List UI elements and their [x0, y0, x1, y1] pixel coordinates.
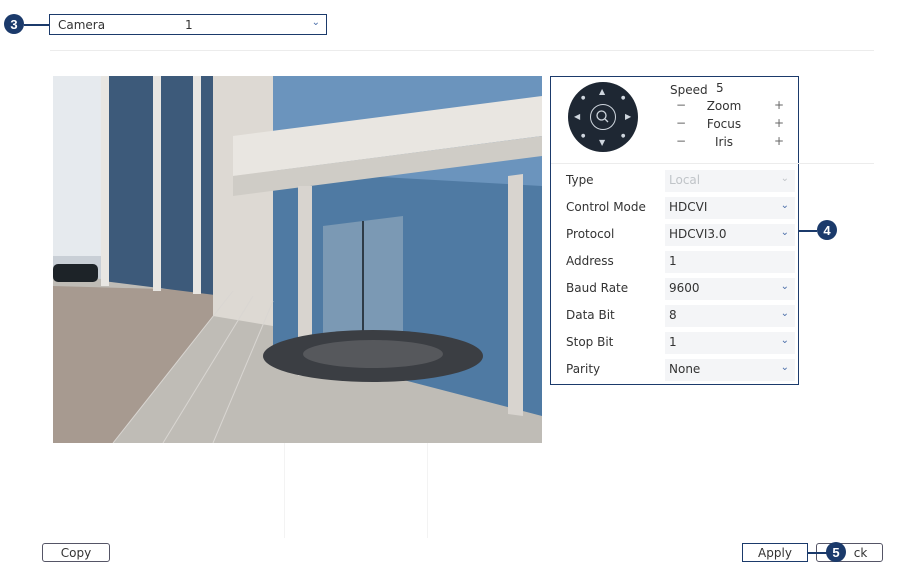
camera-preview [53, 76, 542, 443]
chevron-down-icon: ⌄ [780, 227, 789, 238]
baud-rate-value: 9600 [669, 281, 700, 295]
divider [50, 50, 874, 51]
address-row: Address 1 [566, 251, 798, 273]
parity-value: None [669, 362, 701, 376]
copy-button[interactable]: Copy [42, 543, 110, 562]
arrow-left-icon[interactable]: ◀ [574, 112, 580, 121]
protocol-select[interactable]: HDCVI3.0 ⌄ [665, 224, 795, 246]
baud-rate-row: Baud Rate 9600 ⌄ [566, 278, 798, 300]
address-label: Address [566, 254, 614, 268]
chevron-down-icon: ⌄ [780, 200, 789, 211]
parity-select[interactable]: None ⌄ [665, 359, 795, 381]
stop-bit-row: Stop Bit 1 ⌄ [566, 332, 798, 354]
stop-bit-select[interactable]: 1 ⌄ [665, 332, 795, 354]
protocol-row: Protocol HDCVI3.0 ⌄ [566, 224, 798, 246]
arrow-up-right-icon[interactable]: ● [621, 95, 625, 101]
zoom-plus-button[interactable]: + [774, 98, 784, 112]
protocol-value: HDCVI3.0 [669, 227, 727, 241]
control-mode-label: Control Mode [566, 200, 646, 214]
iris-plus-button[interactable]: + [774, 134, 784, 148]
arrow-up-left-icon[interactable]: ● [581, 95, 585, 101]
apply-button[interactable]: Apply [742, 543, 808, 562]
speed-value[interactable]: 5 [716, 81, 724, 95]
arrow-down-left-icon[interactable]: ● [581, 133, 585, 139]
focus-plus-button[interactable]: + [774, 116, 784, 130]
address-input[interactable]: 1 [665, 251, 795, 273]
ptz-settings-panel: ▲ ▼ ◀ ▶ ● ● ● ● Speed 5 − Zoom + − Focus… [550, 76, 874, 385]
data-bit-row: Data Bit 8 ⌄ [566, 305, 798, 327]
camera-select[interactable]: Camera 1 ⌄ [49, 14, 327, 35]
iris-control: − Iris + [664, 134, 784, 151]
focus-label: Focus [706, 117, 742, 131]
baud-rate-select[interactable]: 9600 ⌄ [665, 278, 795, 300]
data-bit-label: Data Bit [566, 308, 615, 322]
type-value: Local [669, 173, 701, 187]
parity-label: Parity [566, 362, 601, 376]
arrow-up-icon[interactable]: ▲ [599, 87, 605, 96]
focus-control: − Focus + [664, 116, 784, 133]
chevron-down-icon: ⌄ [780, 281, 789, 292]
address-value: 1 [669, 254, 677, 268]
channel-panels [53, 443, 542, 538]
parity-row: Parity None ⌄ [566, 359, 798, 381]
callout-3-leader [24, 24, 49, 26]
type-label: Type [566, 173, 594, 187]
data-bit-value: 8 [669, 308, 677, 322]
callout-4-badge: 4 [817, 220, 837, 240]
baud-rate-label: Baud Rate [566, 281, 629, 295]
divider [551, 163, 874, 164]
data-bit-select[interactable]: 8 ⌄ [665, 305, 795, 327]
protocol-label: Protocol [566, 227, 615, 241]
callout-5-badge: 5 [826, 542, 846, 562]
chevron-down-icon: ⌄ [780, 362, 789, 373]
speed-label: Speed [670, 83, 708, 97]
control-mode-value: HDCVI [669, 200, 708, 214]
chevron-down-icon: ⌄ [311, 17, 320, 28]
arrow-down-right-icon[interactable]: ● [621, 133, 625, 139]
chevron-down-icon: ⌄ [780, 173, 789, 184]
zoom-control: − Zoom + [664, 98, 784, 115]
callout-3-badge: 3 [4, 14, 24, 34]
chevron-down-icon: ⌄ [780, 308, 789, 319]
arrow-down-icon[interactable]: ▼ [599, 138, 605, 147]
camera-value: 1 [185, 17, 193, 32]
callout-4-leader [799, 230, 817, 232]
arrow-right-icon[interactable]: ▶ [625, 112, 631, 121]
stop-bit-label: Stop Bit [566, 335, 614, 349]
type-row: Type Local ⌄ [566, 170, 798, 192]
control-mode-row: Control Mode HDCVI ⌄ [566, 197, 798, 219]
control-mode-select[interactable]: HDCVI ⌄ [665, 197, 795, 219]
iris-label: Iris [714, 135, 734, 149]
zoom-center-icon[interactable] [590, 104, 616, 130]
back-button-label: ck [853, 545, 868, 560]
ptz-joystick[interactable]: ▲ ▼ ◀ ▶ ● ● ● ● [568, 82, 638, 152]
chevron-down-icon: ⌄ [780, 335, 789, 346]
stop-bit-value: 1 [669, 335, 677, 349]
type-select: Local ⌄ [665, 170, 795, 192]
callout-5-leader [808, 552, 828, 554]
zoom-label: Zoom [706, 99, 742, 113]
camera-label: Camera [58, 17, 106, 32]
